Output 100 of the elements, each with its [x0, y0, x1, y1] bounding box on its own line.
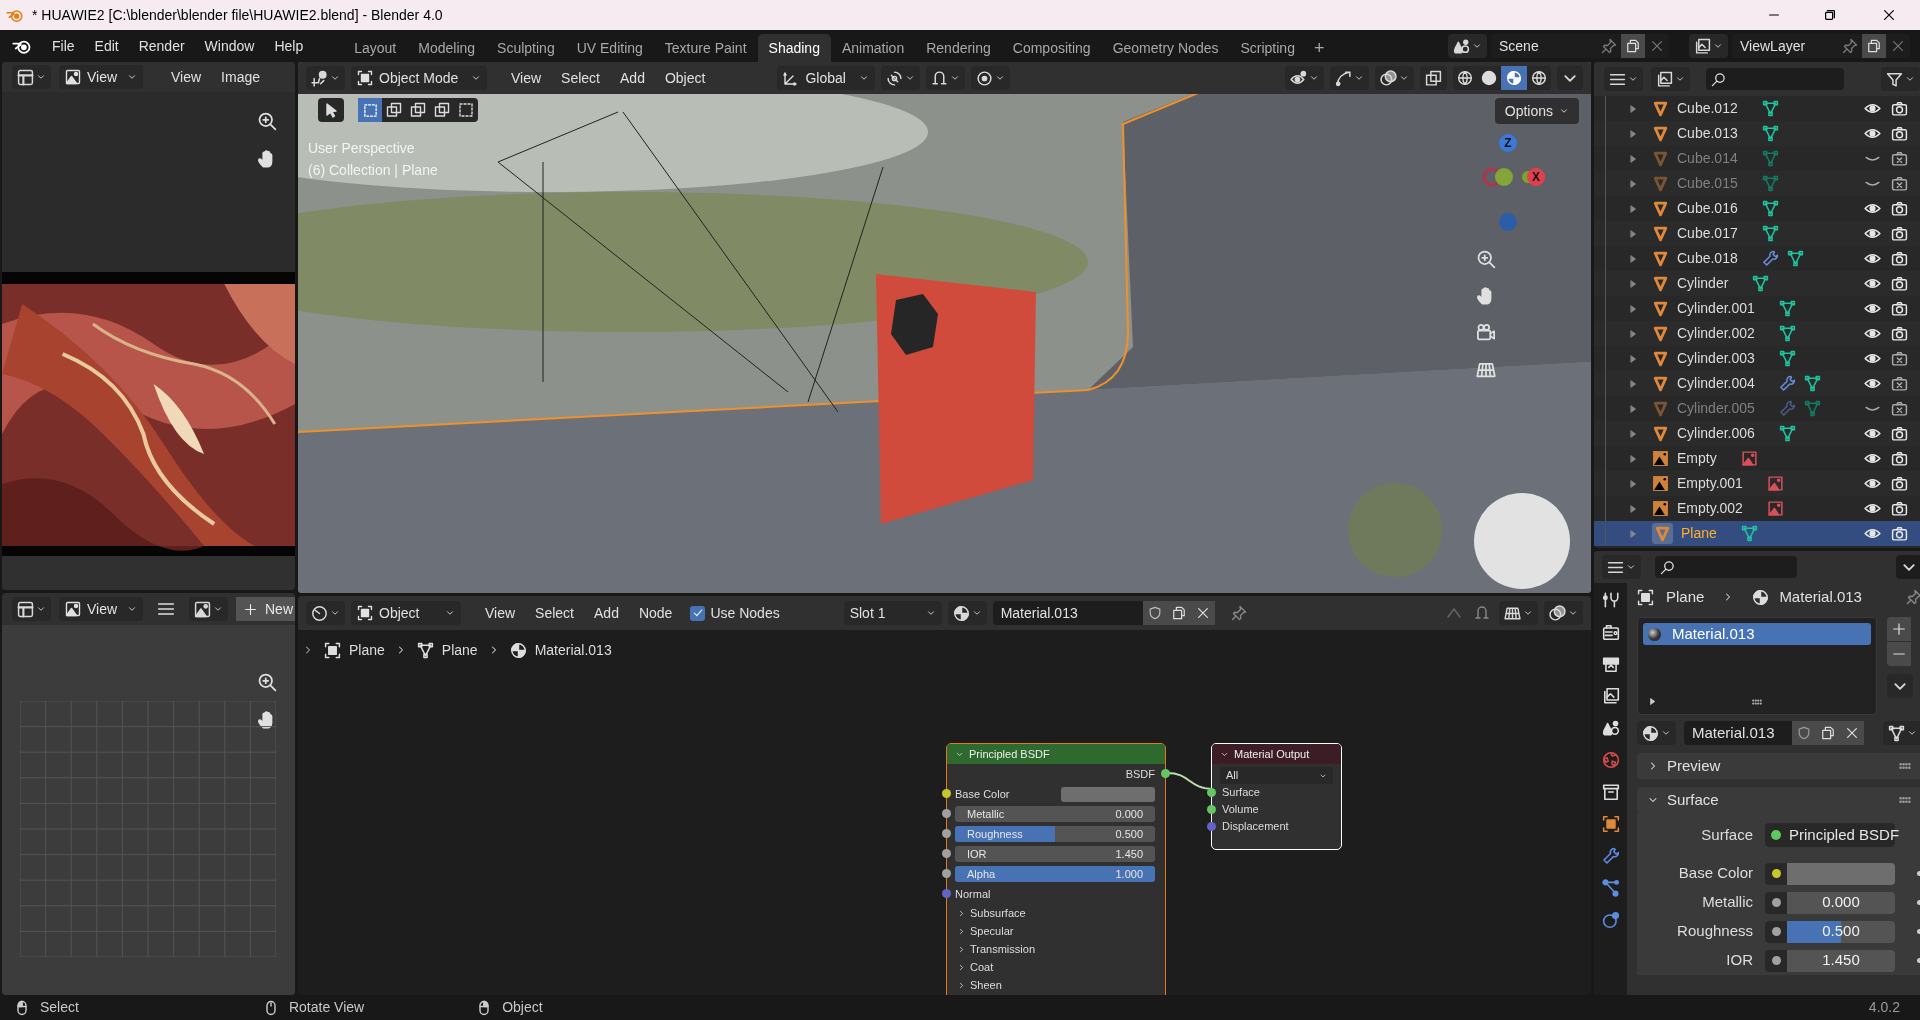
input-label: Displacement — [1222, 819, 1289, 835]
value-slider[interactable]: IOR 1.450 — [955, 846, 1155, 862]
panel-toggle[interactable]: Subsurface — [947, 904, 1165, 922]
object-name[interactable]: Cylinder.004 — [1677, 373, 1755, 394]
input-label: Surface — [1222, 785, 1260, 801]
value-slider[interactable]: Roughness 0.500 — [955, 826, 1155, 842]
menu-item[interactable]: View — [161, 66, 212, 88]
menu-item[interactable]: Select — [525, 602, 584, 624]
input-label: Normal — [955, 886, 991, 902]
workspace-tab[interactable]: Texture Paint — [653, 34, 758, 62]
target-dropdown[interactable]: All — [1220, 767, 1333, 784]
menu-item[interactable]: View — [475, 602, 526, 624]
viewport-info-text: User Perspective — [308, 139, 416, 158]
slider-value: 1.450 — [1115, 847, 1143, 862]
add-workspace-button[interactable]: + — [1305, 34, 1333, 62]
menu-item[interactable]: Select — [551, 67, 610, 89]
workspace-tab[interactable]: Scripting — [1229, 34, 1306, 62]
field-label: Base Color — [1677, 863, 1753, 884]
workspace-tab[interactable]: Modeling — [407, 34, 487, 62]
status-hint: Object — [502, 998, 543, 1017]
material-slot[interactable]: Material.013 — [1643, 623, 1871, 645]
object-name[interactable]: Cube.014 — [1677, 148, 1738, 169]
status-hint: Select — [40, 998, 79, 1017]
slider-value: 0.500 — [1115, 827, 1143, 842]
panel-toggle[interactable]: Sheen — [947, 976, 1165, 994]
viewport-info-text: (6) Collection | Plane — [308, 161, 438, 180]
input-label: Base Color — [955, 786, 1011, 802]
section-header[interactable]: Preview — [1637, 753, 1920, 779]
view-dropdown[interactable]: View — [59, 597, 143, 621]
view-dropdown[interactable]: View — [59, 65, 143, 89]
workspace-tab[interactable]: UV Editing — [565, 34, 654, 62]
slider-value: 1.000 — [1115, 867, 1143, 882]
field-label: Metallic — [1701, 892, 1753, 913]
workspace-tab[interactable]: Shading — [757, 34, 831, 62]
object-name[interactable]: Cube.013 — [1677, 123, 1738, 144]
menu-item[interactable]: Edit — [84, 35, 129, 57]
slider-label: Alpha — [967, 867, 996, 882]
workspace-tab[interactable]: Animation — [830, 34, 916, 62]
slider-label: Metallic — [967, 807, 1005, 822]
slot-dropdown[interactable]: Slot 1 — [843, 601, 942, 625]
shader-type-dropdown[interactable]: Object — [351, 601, 461, 625]
slider-label: Roughness — [967, 827, 1023, 842]
object-name[interactable]: Cube.012 — [1677, 98, 1738, 119]
menu-item[interactable]: Add — [610, 67, 655, 89]
menu-item[interactable]: Node — [628, 602, 683, 624]
object-name[interactable]: Cylinder — [1677, 273, 1729, 294]
slider-label: IOR — [967, 847, 987, 862]
status-hint: Rotate View — [288, 998, 365, 1017]
menu-item[interactable]: Add — [584, 602, 629, 624]
workspace-tab[interactable]: Rendering — [915, 34, 1002, 62]
breadcrumb-item: Plane — [1666, 586, 1705, 607]
options-dropdown[interactable]: Options — [1494, 98, 1579, 124]
workspace-tab[interactable]: Sculpting — [486, 34, 566, 62]
workspace-tab[interactable]: Geometry Nodes — [1101, 34, 1230, 62]
menu-item[interactable]: View — [501, 67, 552, 89]
value-slider[interactable]: Metallic 0.000 — [955, 806, 1155, 822]
version-label: 4.0.2 — [1868, 998, 1900, 1017]
object-name[interactable]: Cylinder.001 — [1677, 298, 1755, 319]
menu-item[interactable]: Image — [211, 66, 270, 88]
object-name[interactable]: Cube.016 — [1677, 198, 1738, 219]
mode-dropdown[interactable]: Object Mode — [351, 66, 487, 90]
section-header[interactable]: Surface — [1637, 787, 1920, 813]
object-name[interactable]: Cube.017 — [1677, 223, 1738, 244]
new-button[interactable]: New — [236, 597, 295, 621]
panel-toggle[interactable]: Specular — [947, 922, 1165, 940]
breadcrumb-item: Plane — [441, 640, 478, 660]
object-name[interactable]: Cylinder.003 — [1677, 348, 1755, 369]
output-label: BSDF — [1125, 766, 1155, 782]
panel-toggle[interactable]: Coat — [947, 958, 1165, 976]
workspace-tab[interactable]: Compositing — [1001, 34, 1102, 62]
object-name[interactable]: Cylinder.002 — [1677, 323, 1755, 344]
menu-item[interactable]: File — [42, 35, 85, 57]
workspace-tab[interactable]: Layout — [343, 34, 408, 62]
window-title: * HUAWIE2 [C:\blender\blender file\HUAWIE2.blend] - Blender 4.0 — [32, 5, 443, 25]
menu-item[interactable]: Window — [194, 35, 265, 57]
value-slider[interactable]: 0.000 — [1787, 891, 1895, 914]
orientation-dropdown[interactable]: Global — [777, 66, 876, 90]
outliner-row[interactable]: Plane — [1594, 521, 1920, 546]
object-name[interactable]: Plane — [1681, 523, 1717, 544]
node-title: Material Output — [1234, 746, 1310, 762]
value-slider[interactable]: 1.450 — [1787, 949, 1895, 972]
menu-item[interactable]: Object — [654, 67, 716, 89]
object-name[interactable]: Empty — [1677, 448, 1717, 469]
object-name[interactable]: Empty.001 — [1677, 473, 1743, 494]
menu-item[interactable]: Render — [128, 35, 195, 57]
node-title: Principled BSDF — [969, 746, 1050, 762]
checkbox-label: Use Nodes — [710, 603, 780, 623]
object-name[interactable]: Cylinder.005 — [1677, 398, 1755, 419]
breadcrumb-item: Material.013 — [534, 640, 612, 660]
object-name[interactable]: Cube.015 — [1677, 173, 1738, 194]
menu-item[interactable]: Help — [264, 35, 314, 57]
breadcrumb-item: Material.013 — [1779, 586, 1862, 607]
panel-toggle[interactable]: Transmission — [947, 940, 1165, 958]
value-slider[interactable]: Alpha 1.000 — [955, 866, 1155, 882]
breadcrumb-item: Plane — [349, 640, 385, 660]
field-label: Surface — [1700, 824, 1753, 845]
object-name[interactable]: Cylinder.006 — [1677, 423, 1755, 444]
object-name[interactable]: Cube.018 — [1677, 248, 1738, 269]
object-name[interactable]: Empty.002 — [1677, 498, 1743, 519]
slider-value: 0.000 — [1115, 807, 1143, 822]
